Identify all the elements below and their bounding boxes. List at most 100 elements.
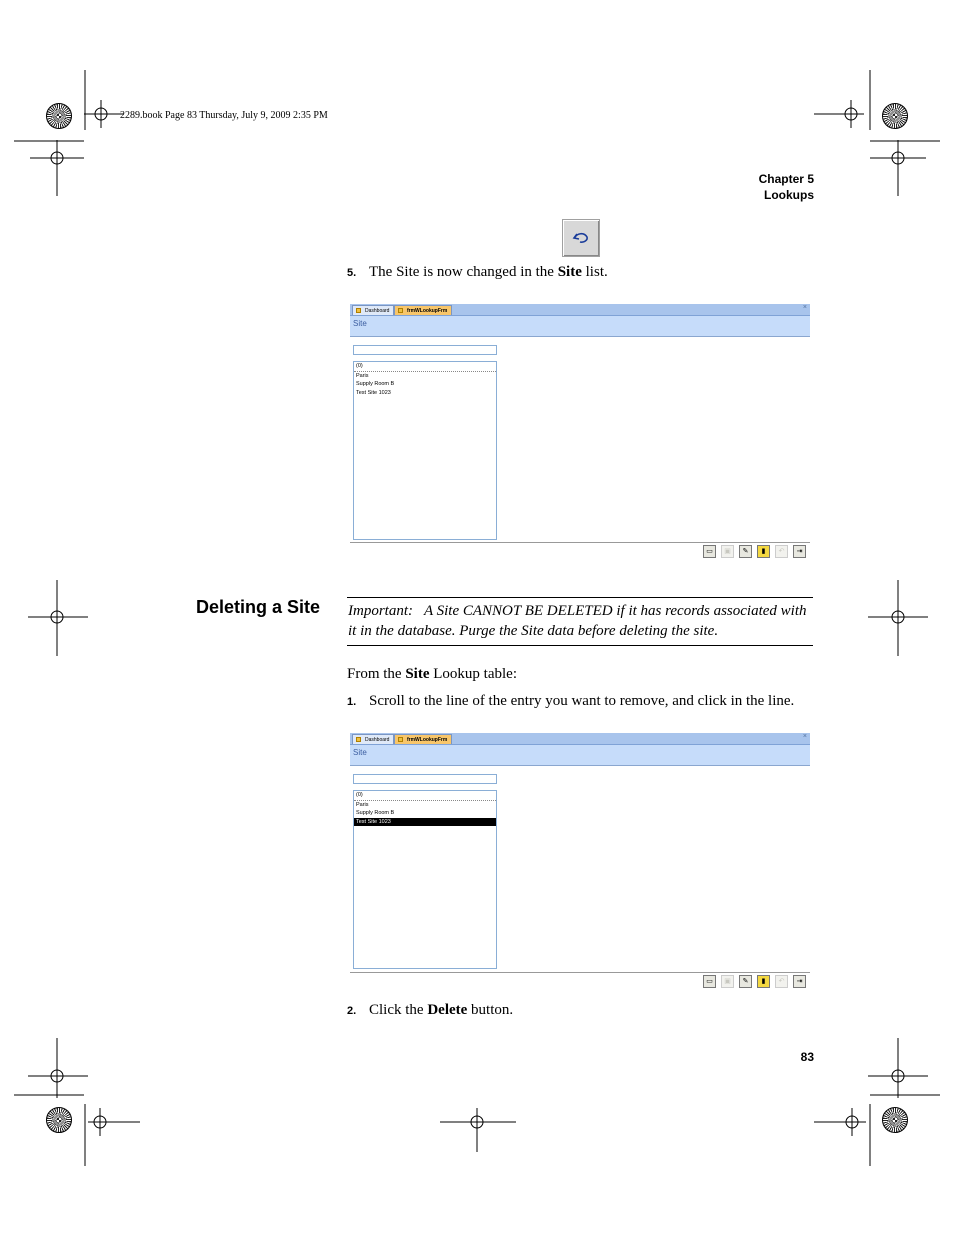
- registration-rosette: [882, 103, 908, 129]
- delete-button[interactable]: ▮: [757, 545, 770, 558]
- crosshair-mark: [28, 580, 88, 656]
- note-text: A Site CANNOT BE DELETED if it has recor…: [348, 603, 807, 639]
- edit-button[interactable]: ✎: [739, 545, 752, 558]
- new-record-icon: ▭: [706, 547, 713, 555]
- step-text-bold: Site: [557, 264, 582, 280]
- step-text-bold: Delete: [427, 1002, 468, 1018]
- crosshair-mark: [84, 70, 124, 130]
- exit-button[interactable]: ⇥: [793, 975, 806, 988]
- delete-button[interactable]: ▮: [757, 975, 770, 988]
- crosshair-mark: [14, 140, 84, 196]
- edit-icon: ✎: [742, 547, 749, 555]
- tab-label: Dashboard: [365, 308, 390, 314]
- crosshair-mark: [870, 140, 940, 196]
- intro-post: Lookup table:: [429, 666, 517, 682]
- tab-icon: [356, 737, 361, 742]
- exit-icon: ⇥: [796, 977, 803, 985]
- new-record-icon: ▭: [706, 977, 713, 985]
- intro-text: From the Site Lookup table:: [347, 666, 517, 683]
- list-item[interactable]: Supply Room B: [354, 809, 496, 818]
- step-text-pre: Click the: [369, 1002, 428, 1018]
- form-title: Site: [350, 745, 810, 766]
- crosshair-mark: [28, 1038, 88, 1098]
- note-label: Important:: [348, 603, 413, 619]
- undo-icon: ↶: [778, 977, 785, 985]
- new-record-button[interactable]: ▭: [703, 545, 716, 558]
- tab-dashboard[interactable]: Dashboard: [352, 734, 395, 744]
- tab-label: frmWLookupFrm: [407, 737, 448, 743]
- tab-icon: [356, 308, 361, 313]
- delete-icon: ▮: [761, 977, 766, 985]
- page-number: 83: [800, 1050, 814, 1064]
- undo-button[interactable]: [562, 219, 600, 257]
- tab-icon: [398, 308, 403, 313]
- print-header: 2289.book Page 83 Thursday, July 9, 2009…: [120, 110, 328, 121]
- save-icon: ▣: [724, 977, 731, 985]
- edit-icon: ✎: [742, 977, 749, 985]
- tab-lookup-form[interactable]: frmWLookupFrm: [394, 734, 453, 744]
- registration-rosette: [46, 1107, 72, 1133]
- list-item[interactable]: Paris: [354, 801, 496, 810]
- close-icon[interactable]: ×: [803, 304, 807, 311]
- undo-arrow-icon: [572, 232, 588, 243]
- crosshair-mark: [868, 580, 928, 656]
- step-5: 5. The Site is now changed in the Site li…: [347, 264, 608, 281]
- registration-rosette: [882, 1107, 908, 1133]
- step-text-pre: The Site is now changed in the: [369, 264, 558, 280]
- list-item[interactable]: Test Site 1023: [354, 817, 496, 827]
- step-number: 1.: [347, 696, 357, 708]
- crosshair-mark: [814, 70, 871, 130]
- step-number: 2.: [347, 1005, 357, 1017]
- chapter-title: Lookups: [764, 188, 814, 202]
- search-input[interactable]: [353, 345, 497, 355]
- tab-bar: Dashboard frmWLookupFrm ×: [350, 733, 810, 745]
- form-title: Site: [350, 316, 810, 337]
- undo-toolbar-button[interactable]: ↶: [775, 545, 788, 558]
- site-list[interactable]: (0) Paris Supply Room B Test Site 1023: [353, 790, 497, 969]
- step-text: Scroll to the line of the entry you want…: [369, 693, 795, 709]
- section-heading: Deleting a Site: [196, 597, 321, 617]
- delete-icon: ▮: [761, 547, 766, 555]
- tab-icon: [398, 737, 403, 742]
- step-2: 2. Click the Delete button.: [347, 1002, 513, 1019]
- site-list[interactable]: (0) Paris Supply Room B Test Site 1023: [353, 361, 497, 540]
- lookup-window-2: Dashboard frmWLookupFrm × Site (0) Paris S…: [350, 733, 810, 991]
- crosshair-mark: [814, 1094, 940, 1166]
- crosshair-mark: [440, 1108, 516, 1152]
- registration-rosette: [46, 103, 72, 129]
- tab-dashboard[interactable]: Dashboard: [352, 305, 395, 315]
- exit-icon: ⇥: [796, 547, 803, 555]
- step-1: 1. Scroll to the line of the entry you wa…: [347, 693, 794, 710]
- search-input[interactable]: [353, 774, 497, 784]
- toolbar-divider: [350, 542, 810, 543]
- edit-button[interactable]: ✎: [739, 975, 752, 988]
- save-button[interactable]: ▣: [721, 975, 734, 988]
- toolbar-divider: [350, 972, 810, 973]
- tab-lookup-form[interactable]: frmWLookupFrm: [394, 305, 453, 315]
- list-item[interactable]: (0): [354, 791, 496, 801]
- new-record-button[interactable]: ▭: [703, 975, 716, 988]
- crosshair-mark: [14, 1094, 140, 1166]
- save-button[interactable]: ▣: [721, 545, 734, 558]
- save-icon: ▣: [724, 547, 731, 555]
- list-item[interactable]: Test Site 1023: [354, 389, 496, 398]
- exit-button[interactable]: ⇥: [793, 545, 806, 558]
- list-item[interactable]: Supply Room B: [354, 380, 496, 389]
- lookup-window-1: Dashboard frmWLookupFrm × Site (0) Paris S…: [350, 304, 810, 560]
- tab-label: frmWLookupFrm: [407, 308, 448, 314]
- important-note: Important: A Site CANNOT BE DELETED if i…: [347, 597, 813, 646]
- list-item[interactable]: (0): [354, 362, 496, 372]
- step-number: 5.: [347, 267, 357, 279]
- intro-pre: From the: [347, 666, 406, 682]
- undo-toolbar-button[interactable]: ↶: [775, 975, 788, 988]
- chapter-label: Chapter 5: [758, 172, 814, 186]
- step-text-post: list.: [581, 264, 608, 280]
- tab-bar: Dashboard frmWLookupFrm ×: [350, 304, 810, 316]
- crosshair-mark: [868, 1038, 928, 1098]
- list-item[interactable]: Paris: [354, 372, 496, 381]
- intro-bold: Site: [405, 666, 430, 682]
- tab-label: Dashboard: [365, 737, 390, 743]
- close-icon[interactable]: ×: [803, 733, 807, 740]
- chapter-header: Chapter 5 Lookups: [759, 171, 814, 203]
- step-text-post: button.: [467, 1002, 514, 1018]
